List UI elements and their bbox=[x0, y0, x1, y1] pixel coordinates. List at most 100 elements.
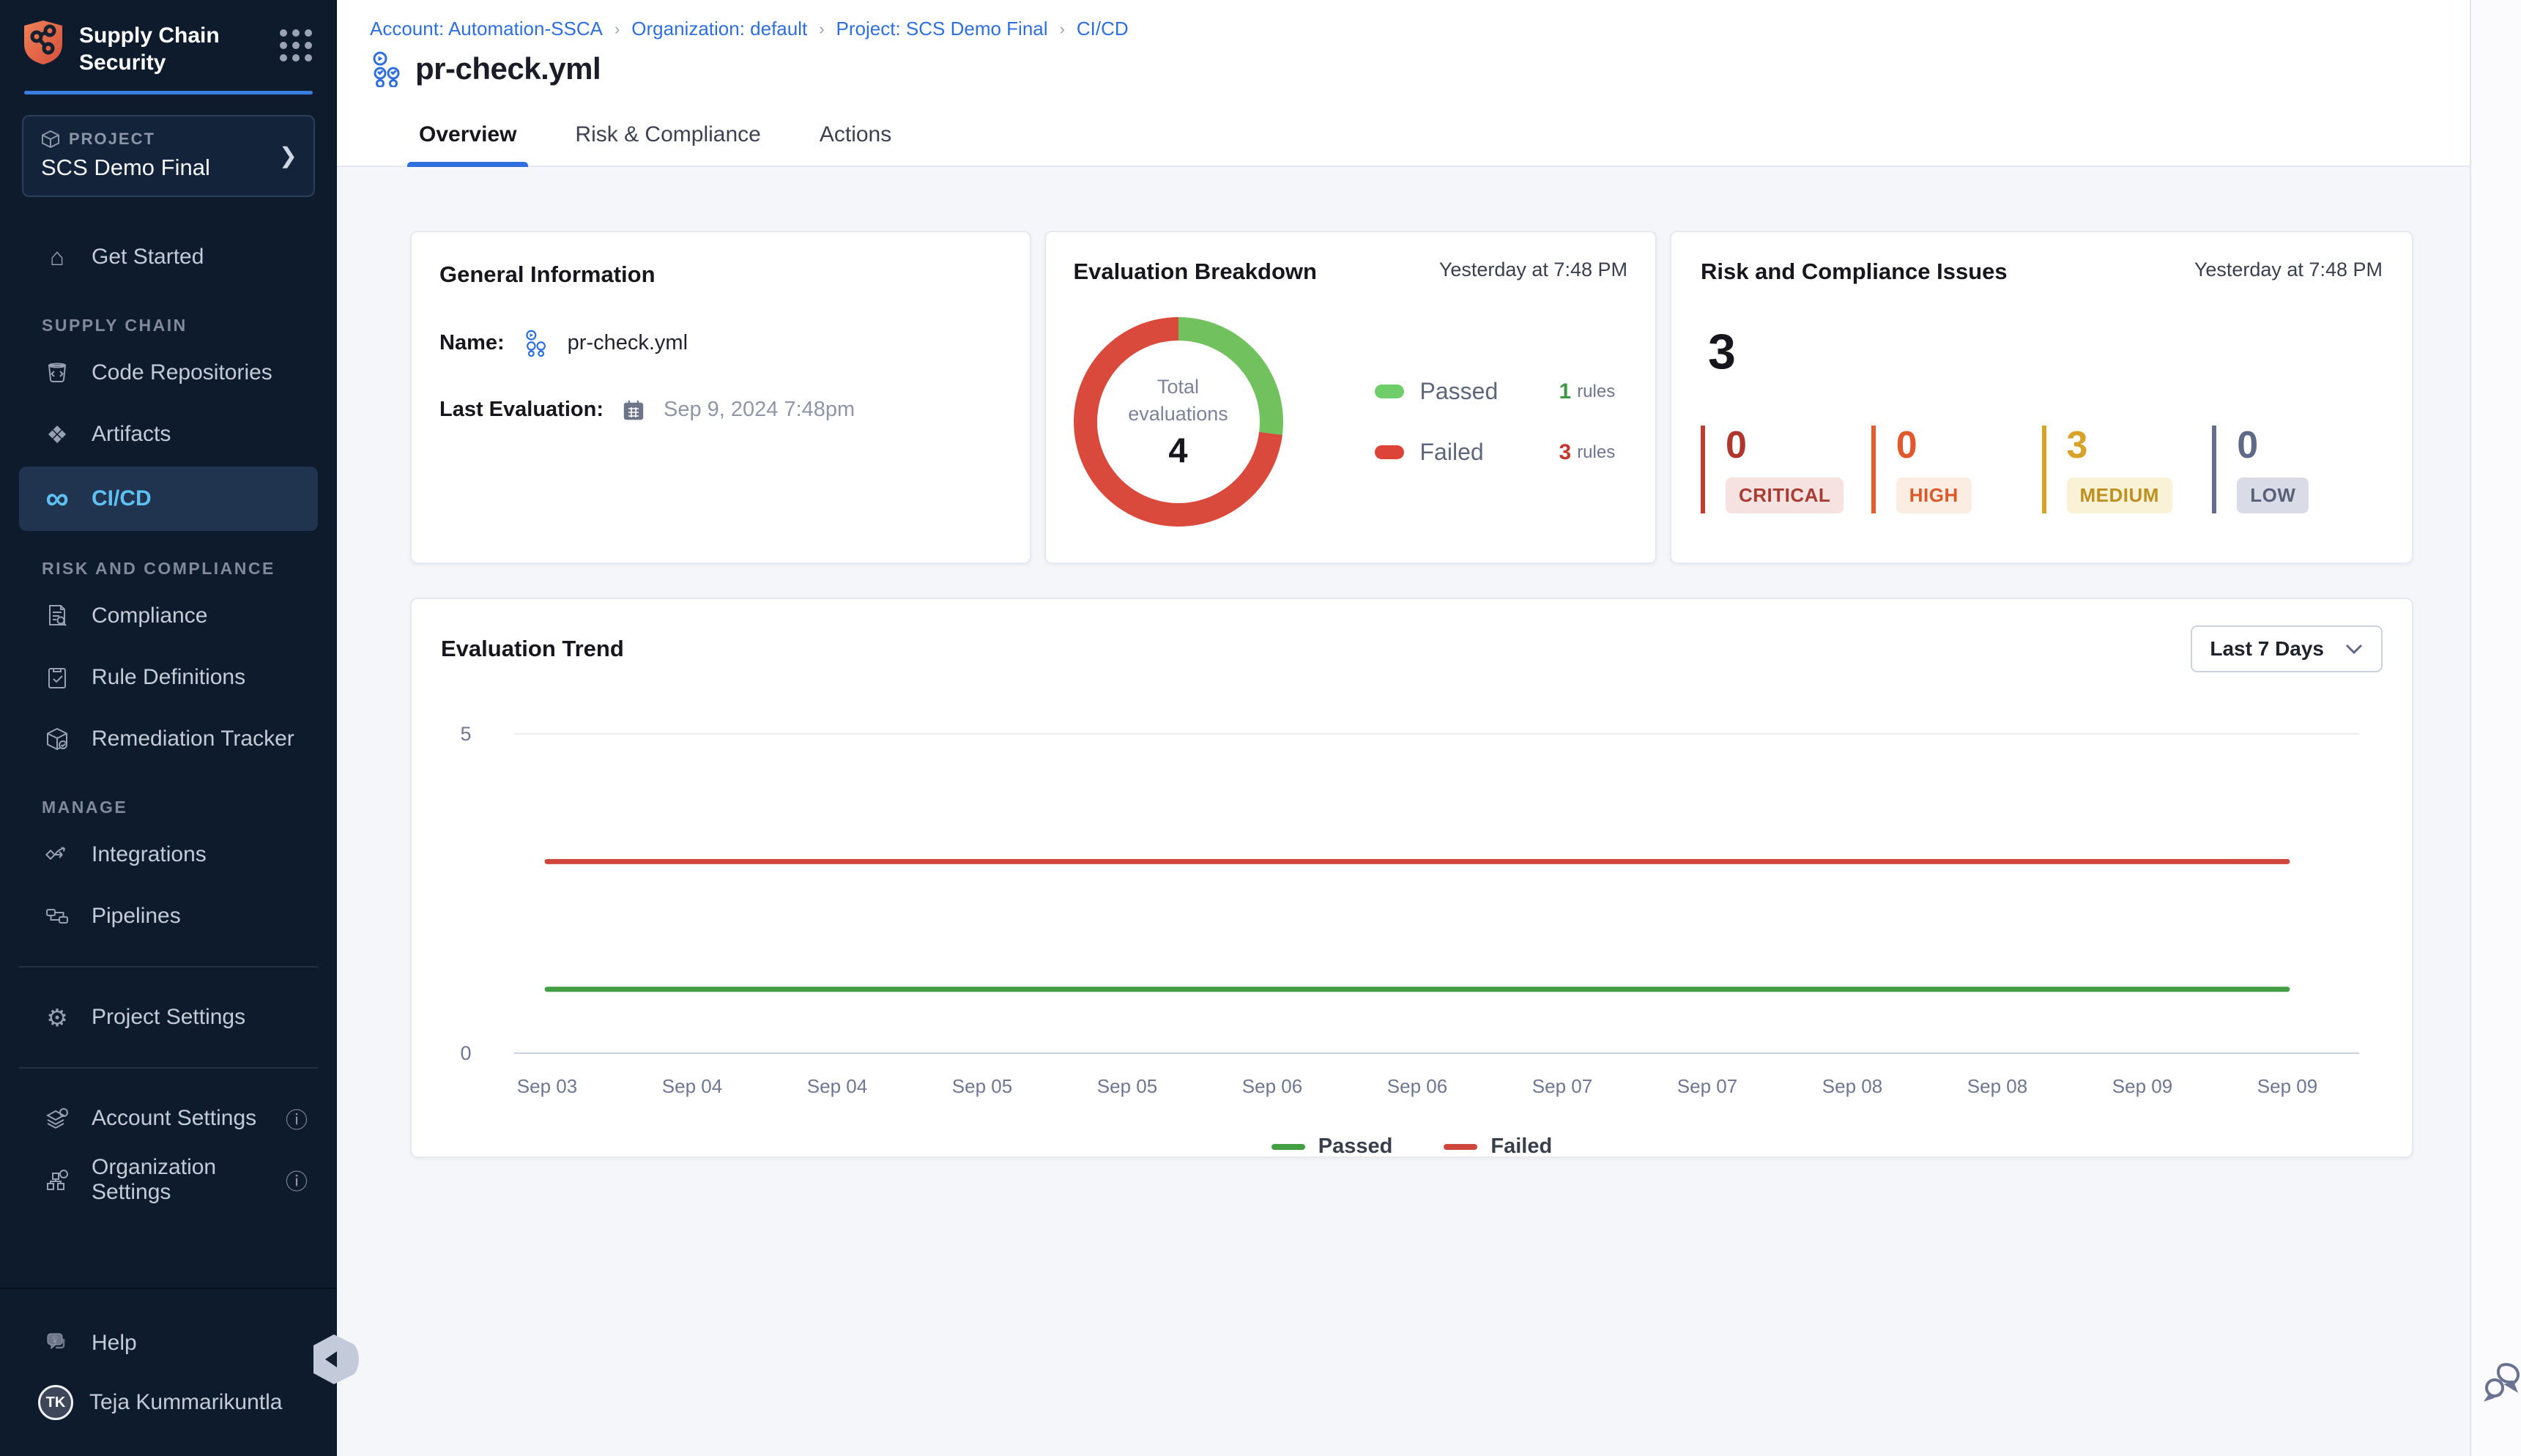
home-icon: ⌂ bbox=[42, 243, 73, 271]
name-label: Name: bbox=[439, 331, 505, 355]
svg-text:Sep 09: Sep 09 bbox=[2257, 1075, 2317, 1097]
passed-line-swatch bbox=[1271, 1144, 1305, 1150]
chevron-down-icon bbox=[2344, 643, 2364, 655]
chevron-right-icon: › bbox=[819, 20, 824, 39]
failed-legend-swatch bbox=[1375, 445, 1404, 459]
svg-text:Sep 03: Sep 03 bbox=[517, 1075, 577, 1097]
sidebar-footer: ? Help TK Teja Kummarikuntla bbox=[0, 1288, 337, 1456]
legend-row-passed: Passed 1 rules bbox=[1375, 378, 1616, 405]
svg-text:?: ? bbox=[52, 1334, 57, 1345]
sidebar-item-compliance[interactable]: Compliance bbox=[0, 585, 337, 647]
tabs: Overview Risk & Compliance Actions bbox=[337, 104, 2470, 167]
svg-text:Sep 06: Sep 06 bbox=[1242, 1075, 1302, 1097]
severity-badge: HIGH bbox=[1896, 478, 1972, 513]
integrations-share-icon bbox=[42, 842, 73, 867]
sidebar-item-account-settings[interactable]: Account Settings ⓘ bbox=[0, 1088, 337, 1149]
compliance-doc-icon bbox=[42, 603, 73, 628]
last-evaluation-row: Last Evaluation: Sep 9, 2024 7:48pm bbox=[439, 398, 1002, 422]
chevron-right-icon: ❯ bbox=[279, 144, 297, 169]
time-range-select[interactable]: Last 7 Days bbox=[2191, 625, 2383, 672]
breadcrumb-cicd[interactable]: CI/CD bbox=[1077, 18, 1129, 40]
sidebar-nav: ⌂ Get Started SUPPLY CHAIN Code Reposito… bbox=[0, 226, 337, 1211]
failed-line-swatch bbox=[1444, 1144, 1477, 1150]
pipeline-file-icon bbox=[524, 329, 549, 357]
cube-icon bbox=[41, 130, 60, 149]
trend-chart-legend: Passed Failed bbox=[441, 1134, 2383, 1159]
severity-row: 0 CRITICAL 0 HIGH 3 MEDIUM 0 LOW bbox=[1701, 426, 2383, 513]
svg-text:Sep 07: Sep 07 bbox=[1677, 1075, 1737, 1097]
brand-accent-divider bbox=[24, 91, 313, 94]
content: General Information Name: pr-check.yml L… bbox=[337, 167, 2470, 1158]
sidebar-item-pipelines[interactable]: Pipelines bbox=[0, 885, 337, 947]
sidebar: Supply Chain Security PROJECT SCS Demo F… bbox=[0, 0, 337, 1456]
severity-high: 0 HIGH bbox=[1871, 426, 2042, 513]
main-area: Account: Automation-SSCA › Organization:… bbox=[337, 0, 2470, 1456]
sidebar-divider bbox=[19, 1067, 318, 1069]
sidebar-item-remediation-tracker[interactable]: Remediation Tracker bbox=[0, 708, 337, 770]
avatar: TK bbox=[38, 1385, 73, 1420]
severity-badge: LOW bbox=[2237, 478, 2309, 513]
breakdown-legend: Passed 1 rules Failed 3 rules bbox=[1375, 378, 1616, 466]
svg-text:Sep 05: Sep 05 bbox=[952, 1075, 1012, 1097]
time-range-value: Last 7 Days bbox=[2210, 637, 2324, 661]
project-selector[interactable]: PROJECT SCS Demo Final ❯ bbox=[22, 115, 315, 197]
chevron-right-icon: › bbox=[1060, 20, 1065, 39]
donut-center-label: Total evaluations bbox=[1116, 374, 1241, 427]
breadcrumb-organization[interactable]: Organization: default bbox=[631, 18, 807, 40]
svg-text:Sep 04: Sep 04 bbox=[662, 1075, 722, 1097]
help-chat-icon: ? bbox=[42, 1330, 73, 1356]
project-name: SCS Demo Final bbox=[41, 155, 296, 181]
sidebar-section-manage: MANAGE bbox=[0, 790, 337, 824]
sidebar-item-code-repositories[interactable]: Code Repositories bbox=[0, 342, 337, 404]
total-issues-count: 3 bbox=[1708, 323, 2383, 380]
pipelines-icon bbox=[42, 904, 73, 929]
tab-actions[interactable]: Actions bbox=[808, 104, 903, 166]
project-label: PROJECT bbox=[69, 130, 155, 149]
svg-text:Sep 04: Sep 04 bbox=[807, 1075, 867, 1097]
sidebar-divider bbox=[19, 966, 318, 967]
page-header: Account: Automation-SSCA › Organization:… bbox=[337, 0, 2470, 104]
card-timestamp: Yesterday at 7:48 PM bbox=[1439, 259, 1627, 281]
severity-badge: CRITICAL bbox=[1726, 478, 1844, 513]
artifacts-icon: ❖ bbox=[42, 420, 73, 449]
gear-icon: ⚙ bbox=[42, 1003, 73, 1032]
supply-chain-security-logo-icon bbox=[22, 19, 64, 66]
calendar-icon bbox=[623, 399, 645, 421]
sidebar-item-organization-settings[interactable]: Organization Settings ⓘ bbox=[0, 1149, 337, 1211]
risk-compliance-issues-card: Risk and Compliance Issues Yesterday at … bbox=[1670, 231, 2413, 564]
general-information-card: General Information Name: pr-check.yml L… bbox=[410, 231, 1031, 564]
breadcrumb-project[interactable]: Project: SCS Demo Final bbox=[836, 18, 1048, 40]
breadcrumb-account[interactable]: Account: Automation-SSCA bbox=[370, 18, 603, 40]
page-title: pr-check.yml bbox=[415, 51, 601, 86]
severity-low: 0 LOW bbox=[2212, 426, 2383, 513]
brand-title: Supply Chain Security bbox=[79, 19, 265, 76]
sidebar-item-rule-definitions[interactable]: Rule Definitions bbox=[0, 647, 337, 708]
user-name: Teja Kummarikuntla bbox=[89, 1390, 282, 1415]
svg-text:Sep 08: Sep 08 bbox=[1967, 1075, 2027, 1097]
organization-settings-icon bbox=[42, 1167, 73, 1192]
chevron-right-icon: › bbox=[615, 20, 620, 39]
card-title: Risk and Compliance Issues bbox=[1701, 259, 2008, 285]
sidebar-item-artifacts[interactable]: ❖ Artifacts bbox=[0, 404, 337, 465]
svg-text:Sep 05: Sep 05 bbox=[1097, 1075, 1157, 1097]
name-row: Name: pr-check.yml bbox=[439, 329, 1002, 357]
user-menu[interactable]: TK Teja Kummarikuntla bbox=[0, 1371, 337, 1434]
card-title: General Information bbox=[439, 261, 656, 288]
sidebar-item-get-started[interactable]: ⌂ Get Started bbox=[0, 226, 337, 288]
severity-critical: 0 CRITICAL bbox=[1701, 426, 1871, 513]
sidebar-item-integrations[interactable]: Integrations bbox=[0, 824, 337, 885]
legend-failed: Failed bbox=[1444, 1134, 1552, 1159]
right-rail bbox=[2470, 0, 2521, 1456]
info-icon[interactable]: ⓘ bbox=[286, 1164, 308, 1196]
chat-support-icon[interactable] bbox=[2483, 1359, 2521, 1403]
info-icon[interactable]: ⓘ bbox=[286, 1102, 308, 1134]
tab-overview[interactable]: Overview bbox=[407, 104, 528, 166]
tab-risk-compliance[interactable]: Risk & Compliance bbox=[563, 104, 772, 166]
sidebar-item-cicd[interactable]: ∞ CI/CD bbox=[19, 467, 318, 531]
sidebar-section-risk-compliance: RISK AND COMPLIANCE bbox=[0, 551, 337, 585]
card-title: Evaluation Breakdown bbox=[1074, 259, 1317, 285]
app-switcher-grid-icon[interactable] bbox=[280, 29, 312, 62]
sidebar-item-help[interactable]: ? Help bbox=[0, 1315, 337, 1371]
sidebar-item-project-settings[interactable]: ⚙ Project Settings bbox=[0, 987, 337, 1048]
last-evaluation-label: Last Evaluation: bbox=[439, 398, 604, 422]
